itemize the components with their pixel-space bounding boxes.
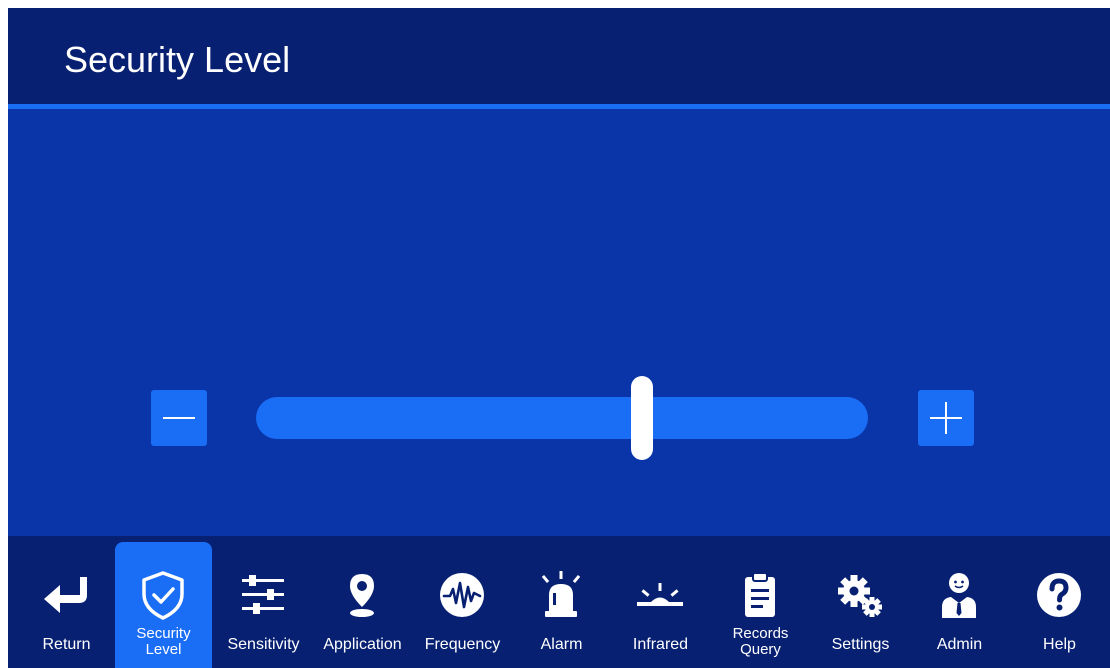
- page-title: Security Level: [64, 39, 291, 80]
- nav-alarm[interactable]: Alarm: [513, 542, 610, 668]
- nav-frequency[interactable]: Frequency: [414, 542, 511, 668]
- minus-icon: [163, 417, 195, 419]
- nav-infrared[interactable]: Infrared: [612, 542, 709, 668]
- nav-label: Admin: [936, 636, 983, 653]
- nav-label: Security Level: [136, 625, 191, 658]
- nav-application[interactable]: Application: [314, 542, 411, 668]
- waveform-icon: [436, 569, 488, 621]
- clipboard-icon: [734, 569, 786, 621]
- nav-label: Settings: [831, 636, 890, 653]
- security-level-slider[interactable]: [256, 376, 868, 460]
- bottom-nav: Return Security Level Sensitivity Applic…: [8, 536, 1110, 668]
- admin-user-icon: [933, 569, 985, 621]
- decrease-button[interactable]: [151, 390, 207, 446]
- nav-records-query[interactable]: Records Query: [712, 542, 809, 668]
- nav-label: Alarm: [540, 636, 583, 653]
- nav-settings[interactable]: Settings: [812, 542, 909, 668]
- help-question-icon: [1033, 569, 1085, 621]
- nav-label: Help: [1043, 636, 1076, 653]
- gears-icon: [834, 569, 886, 621]
- nav-label: Return: [42, 636, 91, 653]
- sliders-icon: [237, 569, 289, 621]
- alarm-siren-icon: [535, 569, 587, 621]
- slider-thumb[interactable]: [630, 376, 653, 460]
- map-pin-icon: [336, 569, 388, 621]
- shield-check-icon: [137, 569, 189, 621]
- nav-label: Application: [323, 636, 402, 653]
- nav-label: Infrared: [632, 636, 689, 653]
- nav-security-level[interactable]: Security Level: [115, 542, 212, 668]
- nav-return[interactable]: Return: [18, 542, 115, 668]
- nav-help[interactable]: Help: [1011, 542, 1108, 668]
- nav-label: Sensitivity: [227, 636, 300, 653]
- header-bar: Security Level: [8, 8, 1110, 109]
- infrared-icon: [634, 569, 686, 621]
- return-arrow-icon: [40, 569, 92, 621]
- nav-label: Records Query: [732, 625, 789, 658]
- nav-sensitivity[interactable]: Sensitivity: [215, 542, 312, 668]
- increase-button[interactable]: [918, 390, 974, 446]
- security-level-screen: Security Level Return Security Level Sen…: [8, 8, 1110, 668]
- nav-label: Frequency: [424, 636, 501, 653]
- nav-admin[interactable]: Admin: [911, 542, 1008, 668]
